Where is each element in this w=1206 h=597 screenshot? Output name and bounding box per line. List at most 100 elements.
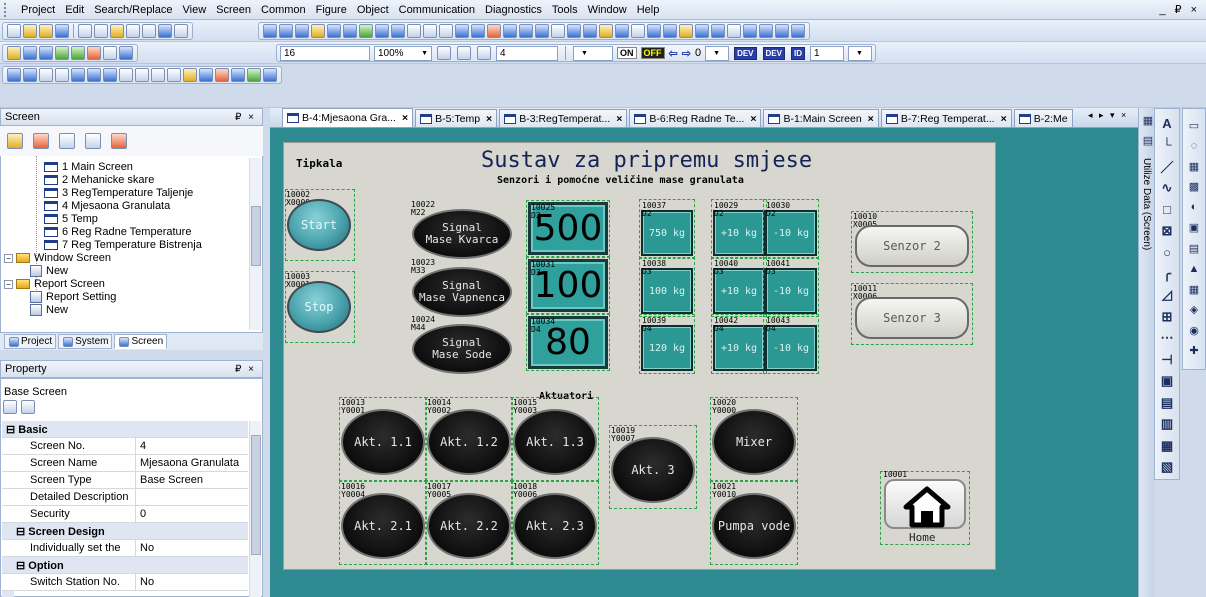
screen-props-icon[interactable]: [85, 133, 101, 149]
object-tool-icon[interactable]: ▤: [1186, 240, 1202, 256]
menu-common[interactable]: Common: [256, 4, 311, 16]
figure-tool-icon[interactable]: ⊠: [1159, 223, 1175, 239]
close-icon[interactable]: ×: [486, 113, 492, 125]
menu-window[interactable]: Window: [583, 4, 632, 16]
cut-icon[interactable]: [78, 24, 92, 38]
undo-icon[interactable]: [126, 24, 140, 38]
figure-tool-icon[interactable]: ▦: [1159, 438, 1175, 454]
data-icon-23[interactable]: [663, 24, 677, 38]
property-value[interactable]: Mjesaona Granulata: [136, 455, 248, 471]
data-icon-2[interactable]: [327, 24, 341, 38]
tab-project[interactable]: Project: [4, 334, 57, 349]
menu-communication[interactable]: Communication: [394, 4, 480, 16]
tab-navigation[interactable]: ◂ ▸ ▾ ×: [1088, 110, 1128, 121]
data-icon-24[interactable]: [679, 24, 693, 38]
property-value[interactable]: Base Screen: [136, 472, 248, 488]
start-button[interactable]: Start: [287, 199, 351, 251]
data-icon-13[interactable]: [503, 24, 517, 38]
align-icon-6[interactable]: [87, 68, 101, 82]
data-icon-16[interactable]: [551, 24, 565, 38]
save-icon[interactable]: [55, 24, 69, 38]
tree-item-screen-7[interactable]: 7 Reg Temperature Bistrenja: [44, 239, 202, 251]
screen-icon-3[interactable]: [295, 24, 309, 38]
figure-tool-icon[interactable]: ▣: [1159, 373, 1175, 389]
data-icon-11[interactable]: [471, 24, 485, 38]
new-screen-icon[interactable]: [33, 133, 49, 149]
align-icon-12[interactable]: [183, 68, 197, 82]
menu-tools[interactable]: Tools: [547, 4, 583, 16]
align-icon-1[interactable]: [7, 68, 21, 82]
menu-figure[interactable]: Figure: [311, 4, 352, 16]
data-icon-6[interactable]: [391, 24, 405, 38]
figure-tool-icon[interactable]: ○: [1159, 244, 1175, 260]
object-tool-icon[interactable]: ◈: [1186, 302, 1202, 318]
data-icon-28[interactable]: [743, 24, 757, 38]
object-icon-6[interactable]: [87, 46, 101, 60]
menu-screen[interactable]: Screen: [211, 4, 256, 16]
toolbar-grip[interactable]: [4, 2, 12, 17]
align-icon-13[interactable]: [199, 68, 213, 82]
data-icon-19[interactable]: [599, 24, 613, 38]
figure-tool-icon[interactable]: ⋯: [1159, 330, 1175, 346]
menu-diagnostics[interactable]: Diagnostics: [480, 4, 547, 16]
step-combo[interactable]: ▼: [705, 45, 730, 61]
scroll-thumb[interactable]: [251, 206, 261, 266]
data-icon-9[interactable]: [439, 24, 453, 38]
select-icon[interactable]: [158, 24, 172, 38]
copy-icon[interactable]: [94, 24, 108, 38]
zoom-combo[interactable]: 100% ▼: [374, 45, 432, 61]
menu-edit[interactable]: Edit: [60, 4, 89, 16]
station-combo[interactable]: 1: [809, 45, 844, 61]
data-icon-15[interactable]: [535, 24, 549, 38]
data-icon-7[interactable]: [407, 24, 421, 38]
data-icon-1[interactable]: [311, 24, 325, 38]
object-tool-icon[interactable]: ▦: [1186, 281, 1202, 297]
doc-tab[interactable]: B-7:Reg Temperat... ×: [880, 109, 1012, 127]
tab-system[interactable]: System: [58, 334, 113, 349]
property-row[interactable]: Detailed Description: [2, 489, 248, 506]
data-icon-21[interactable]: [631, 24, 645, 38]
help-icon[interactable]: [174, 24, 188, 38]
data-icon-18[interactable]: [583, 24, 597, 38]
doc-tab[interactable]: B-6:Reg Radne Te... ×: [629, 109, 762, 127]
figure-tool-icon[interactable]: □: [1159, 201, 1175, 217]
data-icon-5[interactable]: [375, 24, 389, 38]
menu-object[interactable]: Object: [352, 4, 394, 16]
object-tool-icon[interactable]: ◐: [1186, 199, 1202, 215]
alphabetical-icon[interactable]: [21, 400, 35, 414]
data-icon-10[interactable]: [455, 24, 469, 38]
align-icon-14[interactable]: [215, 68, 229, 82]
figure-tool-icon[interactable]: ▥: [1159, 416, 1175, 432]
menu-search-replace[interactable]: Search/Replace: [89, 4, 177, 16]
menu-help[interactable]: Help: [632, 4, 665, 16]
screen-image-icon[interactable]: [111, 133, 127, 149]
align-icon-2[interactable]: [23, 68, 37, 82]
object-tool-icon[interactable]: ◌: [1186, 138, 1202, 154]
tree-item-window-screen[interactable]: − Window Screen: [4, 252, 111, 264]
data-icon-20[interactable]: [615, 24, 629, 38]
align-icon-16[interactable]: [247, 68, 261, 82]
open-screen-icon[interactable]: [7, 133, 23, 149]
property-row[interactable]: Screen No. 4: [2, 438, 248, 455]
tree-item-report-new[interactable]: New: [30, 304, 68, 316]
tree-item-screen-5[interactable]: 5 Temp: [44, 213, 98, 225]
property-row[interactable]: Screen Type Base Screen: [2, 472, 248, 489]
screen-icon-2[interactable]: [279, 24, 293, 38]
paste-icon[interactable]: [110, 24, 124, 38]
close-icon[interactable]: ×: [402, 112, 408, 124]
doc-tab[interactable]: B-5:Temp ×: [415, 109, 498, 127]
object-tool-icon[interactable]: ▩: [1186, 179, 1202, 195]
data-icon-31[interactable]: [791, 24, 805, 38]
object-tool-icon[interactable]: ◉: [1186, 322, 1202, 338]
object-icon-7[interactable]: [103, 46, 117, 60]
property-row[interactable]: Switch Station No. No: [2, 574, 248, 591]
open-icon[interactable]: [23, 24, 37, 38]
data-icon-8[interactable]: [423, 24, 437, 38]
data-icon-3[interactable]: [343, 24, 357, 38]
figure-tool-icon[interactable]: ／: [1159, 158, 1175, 175]
figure-tool-icon[interactable]: A: [1159, 115, 1175, 131]
object-icon-2[interactable]: [23, 46, 37, 60]
tree-item-screen-2[interactable]: 2 Mehanicke skare: [44, 174, 154, 186]
tab-screen[interactable]: Screen: [114, 334, 168, 349]
fit-icon[interactable]: [477, 46, 491, 60]
